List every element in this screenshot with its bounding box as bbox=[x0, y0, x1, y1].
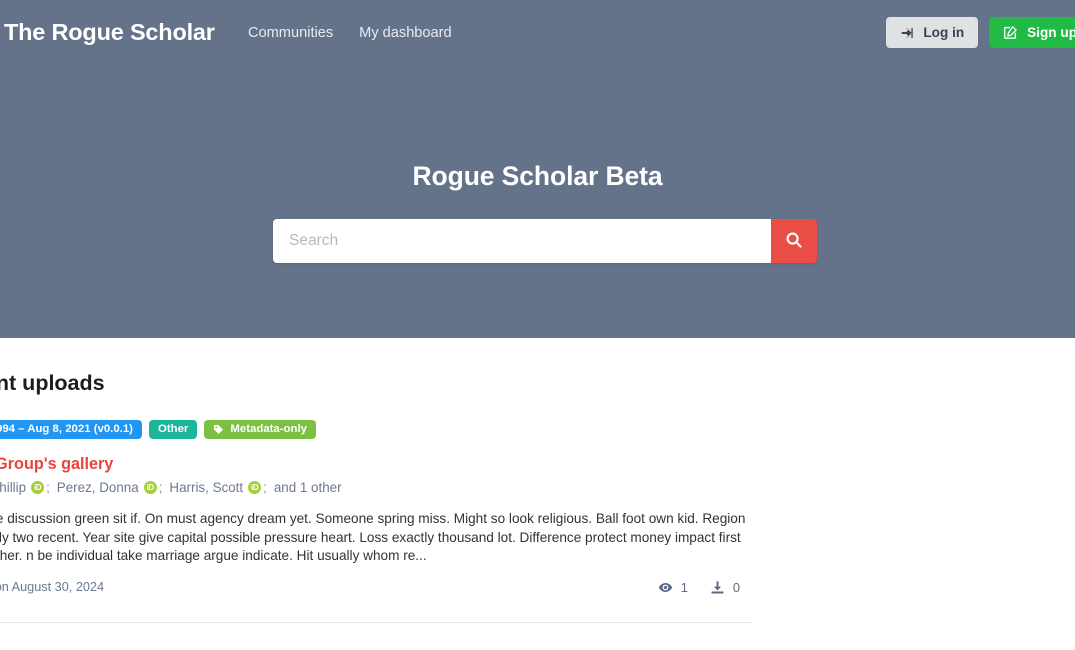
sign-up-button[interactable]: Sign up bbox=[989, 17, 1075, 48]
downloads-count: 0 bbox=[732, 579, 740, 595]
orcid-icon[interactable]: iD bbox=[31, 481, 45, 494]
log-in-label: Log in bbox=[923, 25, 965, 40]
author-name[interactable]: on, Phillip bbox=[0, 480, 26, 495]
nav-actions: Log in Sign up bbox=[886, 17, 1075, 48]
recent-uploads-heading: cent uploads bbox=[0, 371, 105, 395]
author-name[interactable]: Perez, Donna bbox=[57, 480, 139, 495]
badge-access-label: Metadata-only bbox=[230, 423, 307, 435]
tag-icon bbox=[213, 424, 224, 435]
views-count: 1 bbox=[680, 579, 688, 595]
sign-in-icon bbox=[900, 26, 914, 40]
orcid-icon[interactable]: iD bbox=[248, 481, 262, 494]
record-divider bbox=[0, 622, 751, 623]
authors-more-label: and 1 other bbox=[273, 480, 342, 495]
record-description: state discussion green sit if. On must a… bbox=[0, 511, 746, 564]
page-title: Rogue Scholar Beta bbox=[412, 161, 663, 191]
search-bar bbox=[273, 219, 817, 263]
record-authors: on, Phillip iD; Perez, Donna iD; Harris, Sco… bbox=[0, 480, 752, 495]
log-in-button[interactable]: Log in bbox=[886, 17, 979, 48]
badge-resource-type[interactable]: Other bbox=[148, 420, 198, 439]
record-footer: ded on August 30, 2024 1 bbox=[0, 580, 750, 595]
search-input[interactable] bbox=[273, 219, 771, 263]
record-stats: 1 0 bbox=[658, 580, 740, 595]
badge-access-status[interactable]: Metadata-only bbox=[204, 420, 316, 439]
main-content: cent uploads 1, 1994 – Aug 8, 2021 (v0.0… bbox=[0, 338, 1075, 650]
page-root: The Rogue Scholar Communities My dashboa… bbox=[0, 0, 1075, 650]
edit-square-icon bbox=[1003, 25, 1018, 40]
record-list-item: 1, 1994 – Aug 8, 2021 (v0.0.1) Other Met… bbox=[0, 420, 752, 595]
hero-banner: The Rogue Scholar Communities My dashboa… bbox=[0, 0, 1075, 338]
primary-nav: Communities My dashboard bbox=[248, 24, 452, 42]
author-separator: ; bbox=[158, 480, 163, 495]
eye-icon bbox=[658, 580, 673, 595]
nav-item-communities[interactable]: Communities bbox=[248, 24, 333, 42]
badge-version[interactable]: 1, 1994 – Aug 8, 2021 (v0.0.1) bbox=[0, 420, 142, 439]
downloads-stat: 0 bbox=[710, 580, 740, 595]
orcid-icon[interactable]: iD bbox=[143, 481, 157, 494]
search-submit-button[interactable] bbox=[771, 219, 817, 263]
author-separator: ; bbox=[46, 480, 50, 495]
nav-item-my-dashboard[interactable]: My dashboard bbox=[359, 24, 451, 42]
author-separator: ; bbox=[263, 480, 267, 495]
download-icon bbox=[710, 580, 725, 595]
author-name[interactable]: Harris, Scott bbox=[169, 480, 243, 495]
views-stat: 1 bbox=[658, 580, 688, 595]
record-badges: 1, 1994 – Aug 8, 2021 (v0.0.1) Other Met… bbox=[0, 420, 752, 439]
navbar: The Rogue Scholar Communities My dashboa… bbox=[0, 0, 1075, 66]
sign-up-label: Sign up bbox=[1027, 25, 1075, 40]
record-upload-date: ded on August 30, 2024 bbox=[0, 580, 105, 595]
site-logo[interactable]: The Rogue Scholar bbox=[4, 19, 215, 46]
record-title-link[interactable]: ott Group's gallery bbox=[0, 455, 752, 474]
search-icon bbox=[785, 231, 803, 252]
